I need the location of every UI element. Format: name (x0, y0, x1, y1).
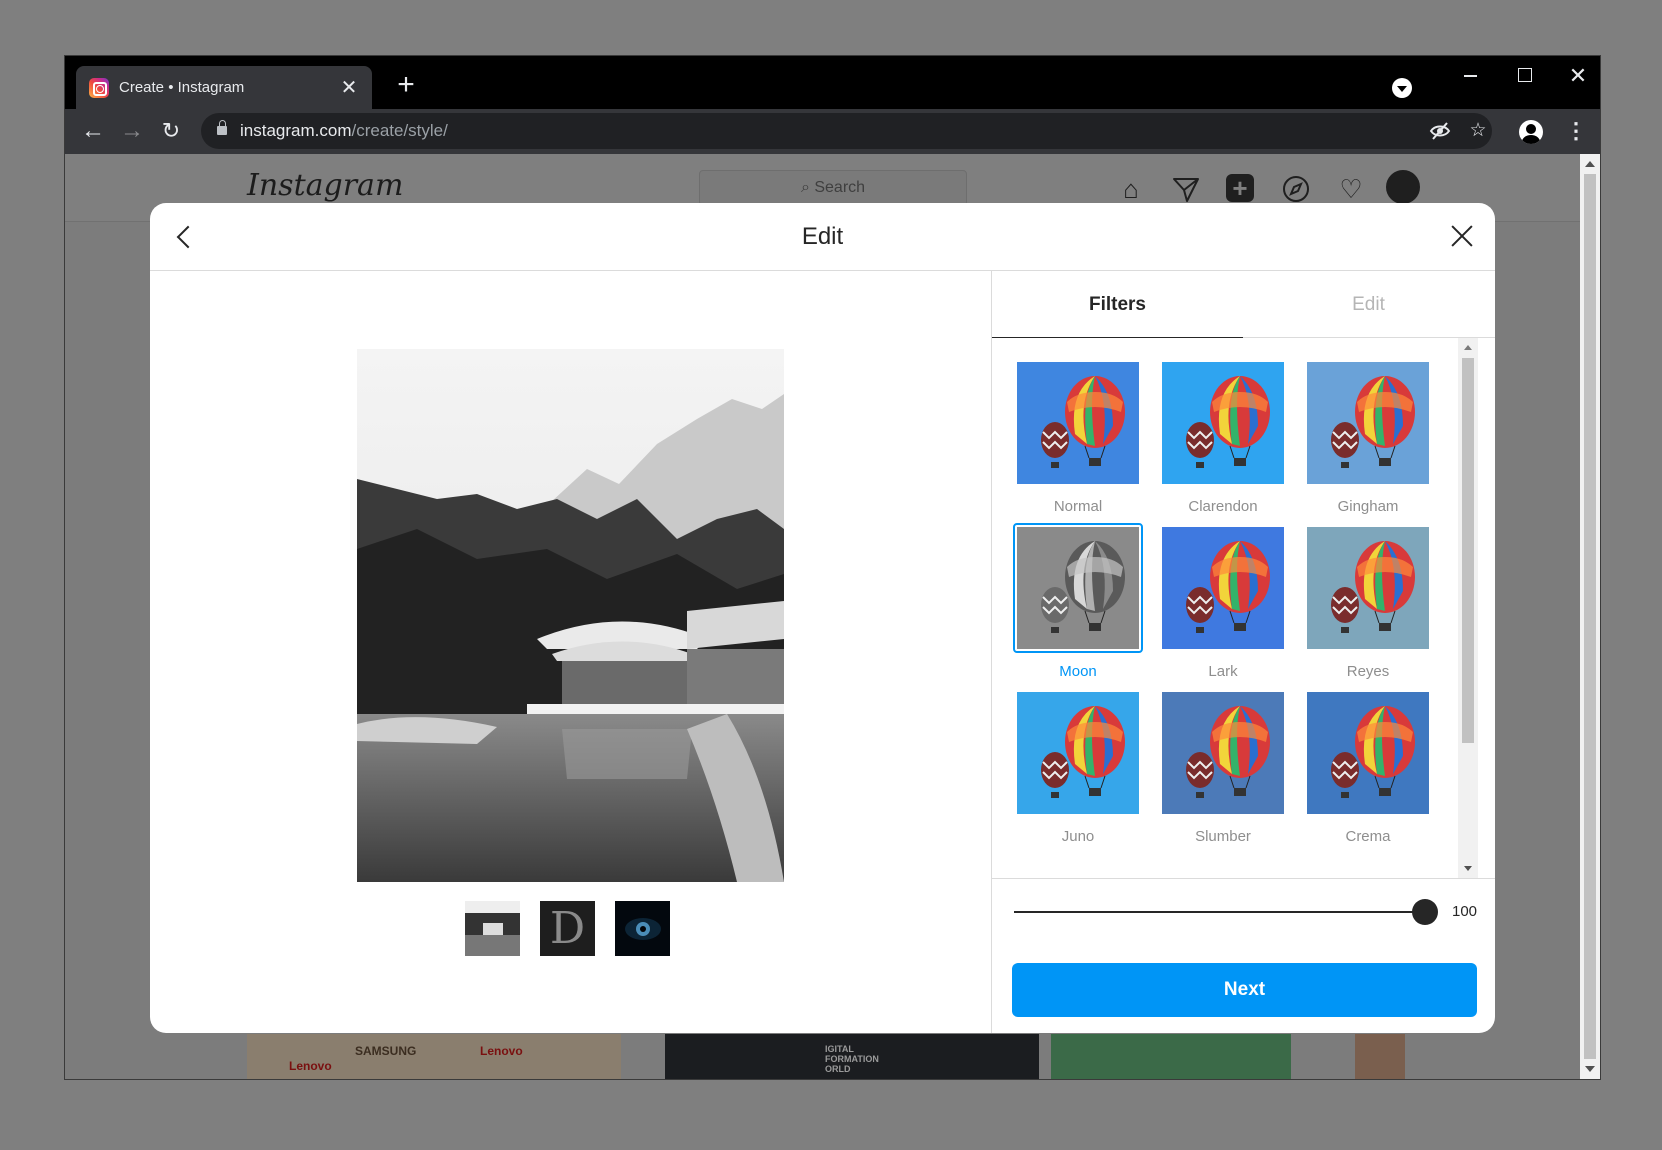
new-tab-button[interactable]: + (390, 70, 422, 102)
tab-filters[interactable]: Filters (992, 271, 1243, 338)
intensity-slider-handle[interactable] (1412, 899, 1438, 925)
preview-image (357, 349, 784, 882)
new-post-icon[interactable]: + (1226, 174, 1254, 202)
filter-reyes[interactable]: Reyes (1303, 523, 1433, 680)
filter-label: Juno (1061, 828, 1095, 845)
minimize-button[interactable] (1443, 56, 1497, 96)
back-arrow-icon[interactable]: ← (77, 115, 109, 147)
browser-toolbar: ← → ↻ instagram.com/create/style/ ☆ ⋮ (65, 109, 1600, 154)
filter-scrollbar[interactable] (1458, 338, 1478, 878)
address-bar[interactable]: instagram.com/create/style/ ☆ (201, 113, 1492, 149)
url-path: /create/style/ (351, 121, 448, 140)
back-chevron-icon[interactable] (170, 221, 202, 253)
tab-title: Create • Instagram (119, 79, 245, 96)
next-button[interactable]: Next (1012, 963, 1477, 1017)
filter-gingham[interactable]: Gingham (1303, 358, 1433, 515)
tab-search-icon[interactable] (1392, 78, 1412, 98)
scrollbar-thumb[interactable] (1584, 174, 1596, 1059)
forward-arrow-icon[interactable]: → (116, 115, 148, 147)
filter-label: Gingham (1337, 498, 1399, 515)
panel-tabs: Filters Edit (992, 271, 1495, 338)
close-window-button[interactable]: ✕ (1551, 56, 1600, 96)
tab-strip: Create • Instagram ✕ + ✕ (65, 56, 1600, 109)
feed-label: IGITAL FORMATION ORLD (825, 1044, 879, 1074)
filter-thumbnail (1303, 358, 1433, 488)
feed-label: Lenovo (289, 1059, 332, 1073)
lock-icon[interactable] (217, 120, 227, 135)
instagram-favicon-icon (89, 77, 109, 98)
reload-icon[interactable]: ↻ (155, 115, 187, 147)
filter-thumbnail (1013, 358, 1143, 488)
carousel-thumbnail[interactable] (615, 901, 670, 956)
modal-header: Edit (150, 203, 1495, 271)
filter-label: Reyes (1346, 663, 1390, 680)
scroll-down-icon[interactable] (1464, 866, 1472, 871)
search-input[interactable]: ⌕ Search (699, 170, 967, 206)
eye-off-icon[interactable] (1429, 120, 1451, 142)
scroll-up-icon[interactable] (1464, 345, 1472, 350)
direct-icon[interactable] (1171, 174, 1201, 204)
modal-title: Edit (801, 223, 844, 250)
menu-icon[interactable]: ⋮ (1565, 117, 1587, 145)
feed-post-thumbnail (1355, 1034, 1405, 1079)
search-placeholder: Search (814, 179, 866, 196)
filter-thumbnail (1013, 523, 1143, 653)
explore-icon[interactable] (1281, 174, 1311, 204)
image-preview-area: D (150, 271, 991, 1033)
filter-clarendon[interactable]: Clarendon (1158, 358, 1288, 515)
filter-label: Clarendon (1188, 498, 1258, 515)
filter-normal[interactable]: Normal (1013, 358, 1143, 515)
filter-label: Slumber (1195, 828, 1251, 845)
tab-close-icon[interactable]: ✕ (338, 78, 360, 98)
filter-moon[interactable]: Moon (1013, 523, 1143, 680)
page-scrollbar[interactable] (1580, 154, 1600, 1079)
filter-panel: Filters Edit Normal Clarendon Gingham Moon L… (991, 271, 1495, 1033)
filter-thumbnail (1158, 358, 1288, 488)
avatar[interactable] (1386, 170, 1420, 204)
intensity-value: 100 (1452, 903, 1478, 920)
instagram-logo[interactable]: Instagram (247, 168, 403, 203)
carousel-thumbnail[interactable] (465, 901, 520, 956)
scroll-down-icon[interactable] (1585, 1066, 1595, 1072)
filter-thumbnail (1158, 523, 1288, 653)
feed-label: SAMSUNG (355, 1044, 417, 1058)
close-icon[interactable] (1447, 221, 1477, 251)
intensity-control: 100 Next (992, 878, 1495, 1033)
feed-post-thumbnail (1051, 1034, 1291, 1079)
filter-thumbnail (1158, 688, 1288, 818)
filter-grid: Normal Clarendon Gingham Moon Lark Reyes Juno S… (992, 338, 1495, 878)
feed-label: Lenovo (480, 1044, 523, 1058)
url-text[interactable]: instagram.com/create/style/ (240, 113, 448, 149)
filter-thumbnail (1013, 688, 1143, 818)
filter-juno[interactable]: Juno (1013, 688, 1143, 845)
filter-thumbnail (1303, 688, 1433, 818)
star-icon[interactable]: ☆ (1467, 120, 1489, 142)
carousel-thumbnail[interactable]: D (540, 901, 595, 956)
filter-label: Moon (1059, 663, 1097, 680)
filter-crema[interactable]: Crema (1303, 688, 1433, 845)
maximize-button[interactable] (1497, 56, 1551, 96)
filter-label: Crema (1345, 828, 1391, 845)
intensity-slider-track[interactable] (1014, 911, 1427, 913)
scrollbar-thumb[interactable] (1462, 358, 1474, 743)
home-icon[interactable]: ⌂ (1116, 174, 1146, 204)
browser-tab[interactable]: Create • Instagram ✕ (76, 66, 372, 109)
scroll-up-icon[interactable] (1585, 161, 1595, 167)
filter-label: Normal (1053, 498, 1103, 515)
filter-thumbnail (1303, 523, 1433, 653)
filter-slumber[interactable]: Slumber (1158, 688, 1288, 845)
tab-edit[interactable]: Edit (1243, 271, 1494, 338)
edit-modal: Edit D Filters Edit Normal Clarendon Gin… (150, 203, 1495, 1033)
filter-lark[interactable]: Lark (1158, 523, 1288, 680)
profile-icon[interactable] (1519, 120, 1543, 144)
url-host: instagram.com (240, 121, 352, 140)
activity-heart-icon[interactable]: ♡ (1336, 174, 1366, 204)
filter-label: Lark (1208, 663, 1238, 680)
